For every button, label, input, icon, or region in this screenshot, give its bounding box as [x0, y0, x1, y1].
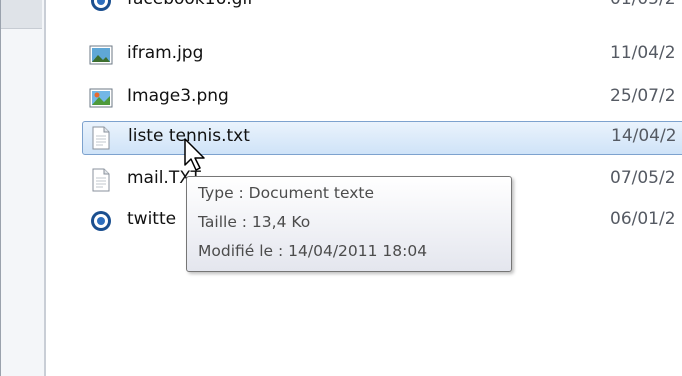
file-row-liste-tennis[interactable]: liste tennis.txt 14/04/2 — [82, 121, 682, 155]
web-image-icon — [91, 0, 111, 11]
file-date: 14/04/2 — [611, 126, 677, 146]
file-info-tooltip: Type : Document texte Taille : 13,4 Ko M… — [186, 176, 512, 272]
pane-divider[interactable] — [44, 0, 46, 376]
image-file-icon — [89, 88, 113, 108]
file-name: Image3.png — [127, 86, 229, 106]
text-file-icon — [92, 126, 110, 150]
mouse-cursor-icon — [184, 138, 205, 171]
window-border — [0, 0, 1, 376]
tooltip-type: Type : Document texte — [198, 184, 375, 202]
navigation-scrollbar[interactable] — [0, 0, 42, 29]
tooltip-modified: Modifié le : 14/04/2011 18:04 — [198, 242, 428, 260]
tooltip-size: Taille : 13,4 Ko — [198, 213, 311, 231]
file-name: twitte — [127, 209, 177, 229]
file-row-image3[interactable]: Image3.png 25/07/2 — [82, 81, 682, 115]
file-date: 07/05/2 — [610, 168, 676, 188]
file-name: facebook16.gif — [127, 0, 253, 9]
text-file-icon — [92, 168, 110, 192]
file-name: ifram.jpg — [127, 43, 204, 63]
file-explorer-window: facebook16.gif 01/05/2 ifram.jpg 11/04/2… — [0, 0, 682, 376]
file-date: 25/07/2 — [610, 86, 676, 106]
file-date: 06/01/2 — [610, 209, 676, 229]
file-date: 01/05/2 — [610, 0, 676, 9]
web-image-icon — [91, 211, 111, 231]
file-row-facebook16[interactable]: facebook16.gif 01/05/2 — [82, 0, 682, 18]
navigation-pane[interactable] — [0, 0, 44, 376]
image-file-icon — [89, 45, 113, 65]
file-row-ifram[interactable]: ifram.jpg 11/04/2 — [82, 38, 682, 72]
file-date: 11/04/2 — [610, 43, 676, 63]
